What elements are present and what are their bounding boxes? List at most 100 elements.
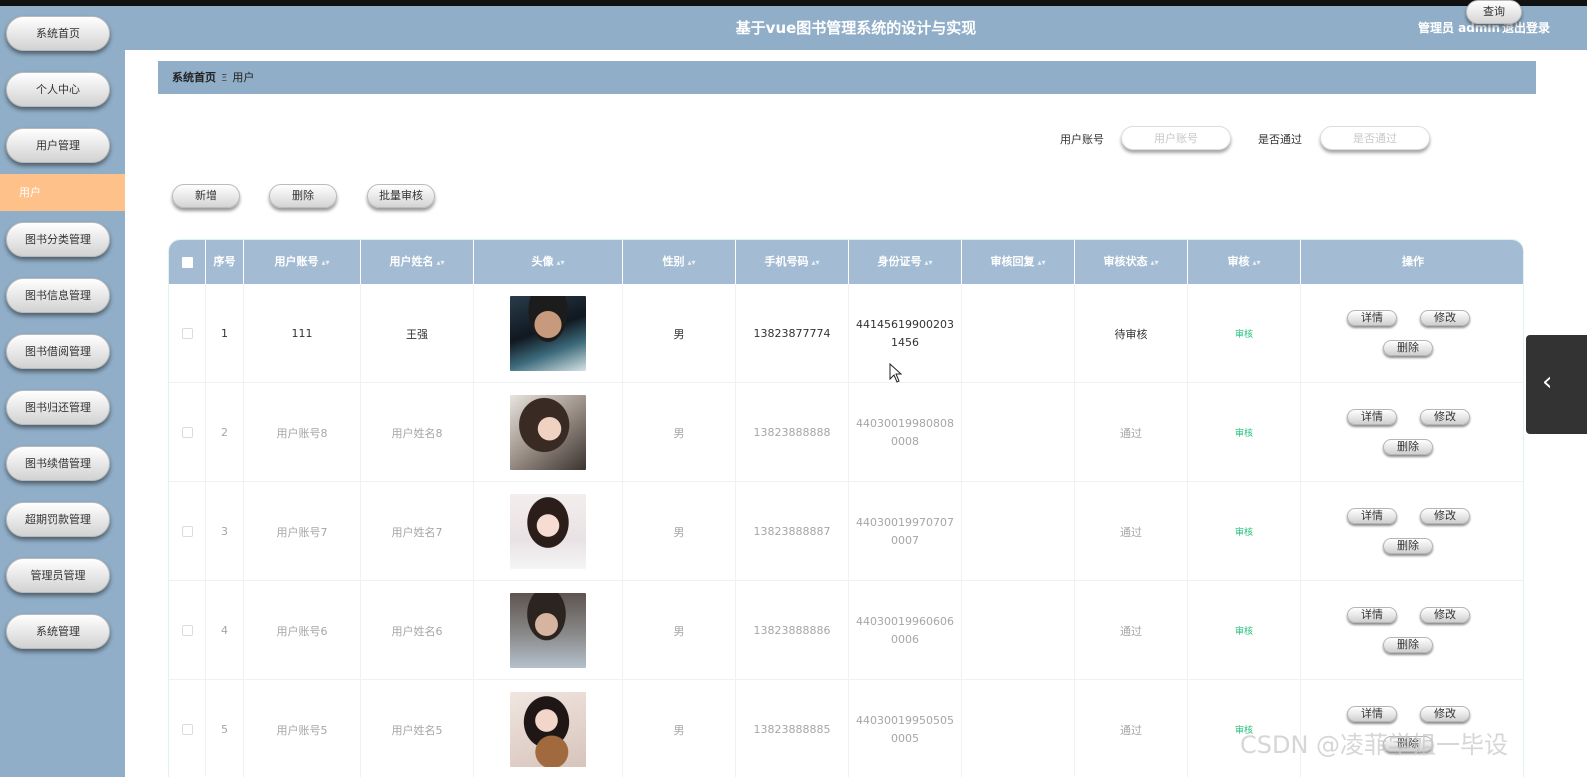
edit-button[interactable]: 修改 — [1420, 607, 1470, 623]
col-phone[interactable]: 手机号码 ▴▾ — [736, 240, 849, 284]
detail-button[interactable]: 详情 — [1347, 409, 1397, 425]
collapse-panel-tab[interactable]: ‹ — [1526, 335, 1587, 434]
app-title: 基于vue图书管理系统的设计与实现 — [735, 19, 977, 37]
col-status[interactable]: 审核状态 ▴▾ — [1075, 240, 1188, 284]
avatar[interactable] — [510, 395, 586, 470]
sidebar-item-home[interactable]: 系统首页 — [6, 16, 110, 51]
row-delete-button[interactable]: 删除 — [1383, 340, 1433, 356]
detail-button[interactable]: 详情 — [1347, 607, 1397, 623]
sidebar-item-admin-management[interactable]: 管理员管理 — [6, 558, 110, 593]
account-search-label: 用户账号 — [1060, 133, 1104, 146]
col-status-label: 审核状态 — [1103, 255, 1148, 268]
row-checkbox[interactable] — [181, 427, 193, 438]
col-name[interactable]: 用户姓名 ▴▾ — [361, 240, 474, 284]
row-checkbox[interactable] — [181, 526, 193, 537]
audit-link[interactable]: 审核 — [1235, 624, 1253, 637]
sort-icon[interactable]: ▴▾ — [811, 258, 819, 267]
cell-audit: 审核 — [1188, 383, 1301, 482]
batch-audit-button[interactable]: 批量审核 — [367, 184, 435, 208]
detail-button[interactable]: 详情 — [1347, 706, 1397, 722]
header-select-all[interactable] — [169, 240, 206, 284]
cell-idcard: 440300199808080008 — [849, 383, 962, 482]
idcard-text: 440300199707070007 — [856, 515, 954, 547]
col-audit[interactable]: 审核 ▴▾ — [1188, 240, 1301, 284]
cell-phone: 13823888886 — [736, 581, 849, 680]
sort-icon[interactable]: ▴▾ — [436, 258, 444, 267]
row-select-cell — [169, 680, 206, 777]
row-delete-button[interactable]: 删除 — [1383, 538, 1433, 554]
watermark: CSDN @凌菲学姐一毕设 — [1240, 731, 1509, 759]
detail-button[interactable]: 详情 — [1347, 310, 1397, 326]
col-index: 序号 — [206, 240, 244, 284]
cell-gender: 男 — [623, 680, 736, 777]
breadcrumb: 系统首页 Ξ 用户 — [158, 61, 1536, 94]
cell-phone: 13823877774 — [736, 284, 849, 383]
detail-button[interactable]: 详情 — [1347, 508, 1397, 524]
cell-account: 用户账号7 — [244, 482, 361, 581]
pass-search-input[interactable] — [1320, 126, 1430, 150]
account-search-input[interactable] — [1121, 126, 1231, 150]
top-header: 基于vue图书管理系统的设计与实现 管理员 admin 退出登录 — [125, 6, 1587, 50]
sort-icon[interactable]: ▴▾ — [556, 258, 564, 267]
cell-status: 通过 — [1075, 482, 1188, 581]
breadcrumb-separator-icon: Ξ — [221, 73, 228, 84]
cell-phone: 13823888885 — [736, 680, 849, 777]
delete-button[interactable]: 删除 — [269, 184, 337, 208]
sidebar-item-book-renew[interactable]: 图书续借管理 — [6, 446, 110, 481]
cell-gender: 男 — [623, 383, 736, 482]
edit-button[interactable]: 修改 — [1420, 508, 1470, 524]
cell-ops: 详情 修改 删除 — [1301, 581, 1523, 680]
audit-link[interactable]: 审核 — [1235, 327, 1253, 340]
cell-account: 111 — [244, 284, 361, 383]
col-audit-label: 审核 — [1227, 255, 1250, 268]
select-all-checkbox[interactable] — [181, 256, 193, 268]
col-reply[interactable]: 审核回复 ▴▾ — [962, 240, 1075, 284]
avatar[interactable] — [510, 296, 586, 371]
sidebar-item-user-management[interactable]: 用户管理 — [6, 128, 110, 163]
sidebar-subitem-user[interactable]: 用户 — [0, 174, 125, 211]
sidebar-item-overdue-fine[interactable]: 超期罚款管理 — [6, 502, 110, 537]
cell-avatar — [474, 284, 623, 383]
cell-account: 用户账号8 — [244, 383, 361, 482]
sort-icon[interactable]: ▴▾ — [1252, 258, 1260, 267]
col-idcard[interactable]: 身份证号 ▴▾ — [849, 240, 962, 284]
row-select-cell — [169, 284, 206, 383]
mouse-cursor-icon — [889, 363, 903, 383]
add-button[interactable]: 新增 — [172, 184, 240, 208]
audit-link[interactable]: 审核 — [1235, 525, 1253, 538]
sidebar-item-system-management[interactable]: 系统管理 — [6, 614, 110, 649]
col-account[interactable]: 用户账号 ▴▾ — [244, 240, 361, 284]
sidebar-item-book-info[interactable]: 图书信息管理 — [6, 278, 110, 313]
cell-avatar — [474, 680, 623, 777]
cell-index: 1 — [206, 284, 244, 383]
sort-icon[interactable]: ▴▾ — [924, 258, 932, 267]
sort-icon[interactable]: ▴▾ — [1150, 258, 1158, 267]
idcard-text: 440300199606060006 — [856, 614, 954, 646]
sidebar-item-book-category[interactable]: 图书分类管理 — [6, 222, 110, 257]
sort-icon[interactable]: ▴▾ — [687, 258, 695, 267]
sidebar-item-book-borrow[interactable]: 图书借阅管理 — [6, 334, 110, 369]
sidebar-item-book-return[interactable]: 图书归还管理 — [6, 390, 110, 425]
sort-icon[interactable]: ▴▾ — [1037, 258, 1045, 267]
edit-button[interactable]: 修改 — [1420, 409, 1470, 425]
sidebar-item-personal-center[interactable]: 个人中心 — [6, 72, 110, 107]
row-checkbox[interactable] — [181, 328, 193, 339]
sort-icon[interactable]: ▴▾ — [321, 258, 329, 267]
avatar[interactable] — [510, 494, 586, 569]
cell-reply — [962, 284, 1075, 383]
cell-phone: 13823888888 — [736, 383, 849, 482]
col-gender[interactable]: 性别 ▴▾ — [623, 240, 736, 284]
row-checkbox[interactable] — [181, 625, 193, 636]
breadcrumb-home[interactable]: 系统首页 — [172, 71, 216, 84]
col-avatar[interactable]: 头像 ▴▾ — [474, 240, 623, 284]
edit-button[interactable]: 修改 — [1420, 310, 1470, 326]
cell-reply — [962, 383, 1075, 482]
row-checkbox[interactable] — [181, 724, 193, 735]
avatar[interactable] — [510, 692, 586, 767]
audit-link[interactable]: 审核 — [1235, 426, 1253, 439]
row-delete-button[interactable]: 删除 — [1383, 637, 1433, 653]
edit-button[interactable]: 修改 — [1420, 706, 1470, 722]
query-button[interactable]: 查询 — [1466, 0, 1522, 24]
avatar[interactable] — [510, 593, 586, 668]
row-delete-button[interactable]: 删除 — [1383, 439, 1433, 455]
